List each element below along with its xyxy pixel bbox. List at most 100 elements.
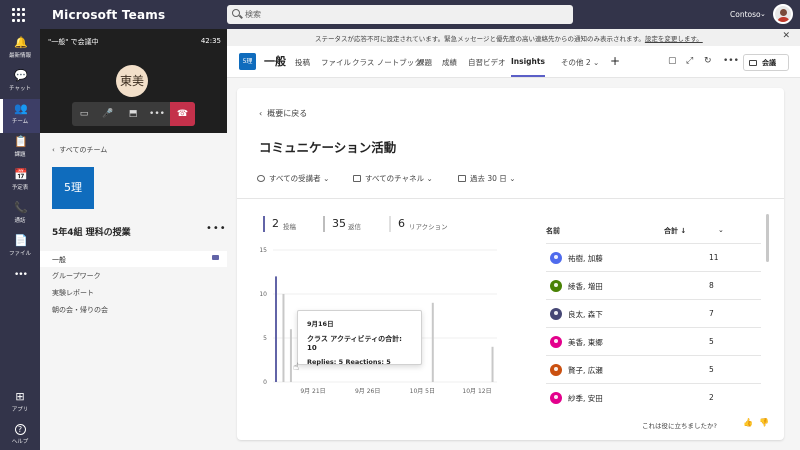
bar xyxy=(491,346,494,382)
more-icon[interactable]: ••• xyxy=(723,56,739,66)
y-tick-label: 5 xyxy=(263,335,267,342)
teams-icon: 👥 xyxy=(14,102,28,115)
table-row[interactable]: 祐樹, 加藤 11 xyxy=(546,243,761,271)
channel-lab-report[interactable]: 実験レポート xyxy=(40,284,227,300)
rail-item-more[interactable]: ••• xyxy=(0,265,40,299)
avatar xyxy=(550,392,562,404)
call-duration: 42:35 xyxy=(200,37,221,45)
bar xyxy=(282,294,285,382)
chevron-down-icon[interactable]: ⌄ xyxy=(718,226,724,234)
rail-item-calendar[interactable]: 📅 予定表 xyxy=(0,165,40,199)
rail-item-apps[interactable]: ⊞ アプリ xyxy=(0,387,40,421)
profile-avatar[interactable] xyxy=(773,4,793,24)
filter-channels[interactable]: すべてのチャネル ⌄ xyxy=(353,173,433,184)
tooltip-detail: Replies: 5 Reactions: 5 xyxy=(307,358,391,366)
call-monitor[interactable]: "一般" で会議中 42:35 東美 ▭ 🎤 ⬒ ••• ☎ xyxy=(40,29,227,133)
tab-assignments[interactable]: 課題 xyxy=(417,57,432,68)
microphone-icon[interactable]: 🎤 xyxy=(96,102,120,126)
rail-item-help[interactable]: ? ヘルプ xyxy=(0,420,40,450)
search-input[interactable]: 検索 xyxy=(227,5,573,24)
conversation-icon[interactable]: ▢ xyxy=(668,56,677,66)
table-row[interactable]: 良太, 森下 7 xyxy=(546,299,761,327)
add-tab-icon[interactable]: + xyxy=(610,54,620,68)
chevron-down-icon[interactable]: ⌄ xyxy=(760,10,766,18)
tooltip-title: クラス アクティビティの合計: 10 xyxy=(307,335,402,352)
phone-icon: 📞 xyxy=(14,201,28,214)
tab-files[interactable]: ファイル xyxy=(321,57,351,68)
back-to-overview-link[interactable]: ‹ 概要に戻る xyxy=(259,108,307,119)
search-icon xyxy=(232,9,240,17)
table-scrollbar[interactable] xyxy=(766,214,769,262)
tab-grades[interactable]: 成績 xyxy=(442,57,457,68)
channel-title: 一般 xyxy=(264,55,286,68)
avatar xyxy=(550,336,562,348)
hand-cursor-icon: ☝ xyxy=(293,362,300,373)
divider xyxy=(237,198,784,199)
legend-swatch xyxy=(323,216,325,232)
rail-item-files[interactable]: 📄 ファイル xyxy=(0,231,40,265)
rail-item-chat[interactable]: 💬 チャット xyxy=(0,66,40,100)
call-controls: ▭ 🎤 ⬒ ••• ☎ xyxy=(72,102,195,126)
y-tick-label: 10 xyxy=(259,291,267,298)
bar xyxy=(431,302,434,382)
rail-item-calls[interactable]: 📞 通話 xyxy=(0,198,40,232)
team-more-icon[interactable]: ••• xyxy=(206,223,227,234)
table-header: 名前 合計 ↓ ⌄ xyxy=(546,226,761,240)
search-placeholder: 検索 xyxy=(245,10,261,19)
people-icon xyxy=(257,175,265,182)
channel-group-work[interactable]: グループワーク xyxy=(40,267,227,283)
tab-study-videos[interactable]: 自習ビデオ xyxy=(468,57,506,68)
hang-up-button[interactable]: ☎ xyxy=(170,102,195,126)
x-tick-label: 10月 5日 xyxy=(410,388,435,395)
rail-item-teams[interactable]: 👥 チーム xyxy=(0,99,40,133)
org-switcher[interactable]: Contoso xyxy=(730,10,761,19)
team-tile: 5理 xyxy=(52,167,94,209)
tab-posts[interactable]: 投稿 xyxy=(295,57,310,68)
rail-item-activity[interactable]: 🔔 最新情報 xyxy=(0,33,40,67)
filter-students[interactable]: すべての受講者 ⌄ xyxy=(257,173,329,184)
all-teams-link[interactable]: ‹ すべてのチーム xyxy=(52,145,107,155)
camera-off-icon[interactable]: ▭ xyxy=(72,102,96,126)
share-screen-icon[interactable]: ⬒ xyxy=(121,102,145,126)
thumbs-down-icon[interactable]: 👎 xyxy=(759,418,769,427)
app-launcher-icon[interactable] xyxy=(12,8,26,22)
banner-message: ステータスが応答不可に設定されています。緊急メッセージと優先度の高い連絡先からの… xyxy=(315,35,645,43)
table-row[interactable]: 紗季, 安田 2 xyxy=(546,383,761,411)
avatar xyxy=(550,280,562,292)
team-panel: ‹ すべてのチーム 5理 5年4組 理科の授業 ••• 一般 グループワーク 実… xyxy=(40,133,227,450)
insights-panel: ‹ 概要に戻る コミュニケーション活動 すべての受講者 ⌄ すべてのチャネル ⌄… xyxy=(237,88,784,440)
tab-class-notebook[interactable]: クラス ノートブック xyxy=(352,57,422,68)
avatar xyxy=(550,252,562,264)
expand-icon[interactable]: ⤢ xyxy=(686,56,693,66)
chat-icon: 💬 xyxy=(14,69,28,82)
column-total[interactable]: 合計 ↓ xyxy=(664,226,686,236)
team-name: 5年4組 理科の授業 xyxy=(52,228,131,238)
title-bar: Microsoft Teams 検索 Contoso ⌄ xyxy=(0,0,800,29)
megaphone-icon xyxy=(353,175,361,182)
meet-button[interactable]: 会議 xyxy=(743,54,789,71)
call-title: "一般" で会議中 xyxy=(48,38,99,46)
close-icon[interactable]: ✕ xyxy=(782,31,790,41)
calendar-icon: 📅 xyxy=(14,168,28,181)
column-name[interactable]: 名前 xyxy=(546,226,560,236)
more-options-icon[interactable]: ••• xyxy=(145,102,169,126)
apps-icon: ⊞ xyxy=(15,390,25,403)
channel-general[interactable]: 一般 xyxy=(40,251,227,267)
table-row[interactable]: 美香, 東郷 5 xyxy=(546,327,761,355)
thumbs-up-icon[interactable]: 👍 xyxy=(743,418,753,427)
app-rail: 🔔 最新情報 💬 チャット 👥 チーム 📋 課題 📅 予定表 📞 通話 📄 ファ… xyxy=(0,29,40,450)
banner-settings-link[interactable]: 設定を変更します。 xyxy=(645,35,703,43)
filter-date-range[interactable]: 過去 30 日 ⌄ xyxy=(458,173,515,184)
caller-avatar: 東美 xyxy=(116,65,148,97)
chart-tooltip: 9月16日 クラス アクティビティの合計: 10 Replies: 5 Reac… xyxy=(297,310,422,366)
tab-more[interactable]: その他 2 ⌄ xyxy=(561,57,599,68)
app-title: Microsoft Teams xyxy=(52,8,166,22)
table-row[interactable]: 綾香, 増田 8 xyxy=(546,271,761,299)
table-row[interactable]: 賢子, 広瀬 5 xyxy=(546,355,761,383)
rail-item-assignments[interactable]: 📋 課題 xyxy=(0,132,40,166)
channel-morning-meeting[interactable]: 朝の会・帰りの会 xyxy=(40,301,227,317)
refresh-icon[interactable]: ↻ xyxy=(704,56,712,66)
legend-swatch xyxy=(263,216,265,232)
assignments-icon: 📋 xyxy=(14,135,28,148)
tab-insights[interactable]: Insights xyxy=(511,57,545,77)
